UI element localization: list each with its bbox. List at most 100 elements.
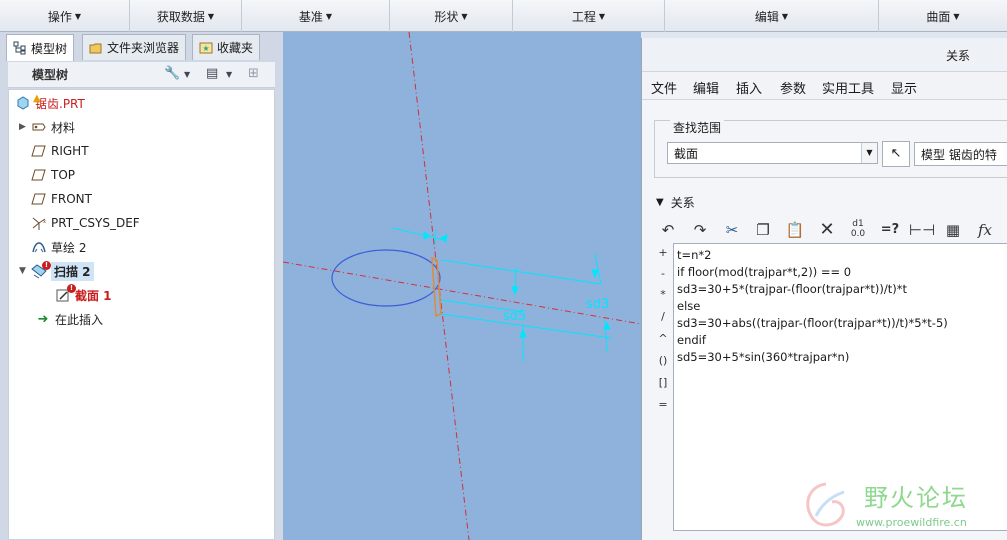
dialog-title-bar[interactable]: 关系	[642, 38, 1007, 72]
relations-dialog: 关系 文件 编辑 插入 参数 实用工具 显示 查找范围 截面 ▼ ↖ 模型 锯齿…	[641, 38, 1007, 540]
chevron-down-icon[interactable]: ▼	[226, 70, 232, 88]
tree-node-csys[interactable]: x PRT_CSYS_DEF	[31, 212, 140, 234]
collapse-arrow-icon[interactable]: ▼	[19, 266, 31, 276]
tree-node-sweep[interactable]: ▼ ! 扫描 2	[19, 260, 94, 282]
tree-node-sketch[interactable]: 草绘 2	[31, 236, 86, 258]
operator-multiply-button[interactable]: *	[654, 288, 672, 301]
tree-node-insert-here[interactable]: ➜ 在此插入	[35, 308, 103, 330]
ribbon-group-shape[interactable]: 形状 ▼	[390, 0, 513, 32]
ribbon-group-label: 基准	[298, 9, 323, 24]
operator-equals-button[interactable]: =	[654, 398, 672, 411]
sort-relations-icon[interactable]: ▦	[941, 219, 965, 241]
ribbon-group-get-data[interactable]: 获取数据 ▼	[130, 0, 242, 32]
folder-icon	[89, 41, 103, 55]
look-in-label: 查找范围	[670, 119, 725, 136]
ribbon-group-edit[interactable]: 编辑 ▼	[665, 0, 879, 32]
menu-parameters[interactable]: 参数	[780, 78, 806, 97]
watermark-url: www.proewildfire.cn	[856, 516, 967, 529]
menu-display[interactable]: 显示	[891, 78, 917, 97]
operator-parentheses-button[interactable]: ()	[654, 354, 672, 367]
watermark-title: 野火论坛	[864, 484, 968, 512]
operator-power-button[interactable]: ^	[654, 332, 672, 345]
look-in-select[interactable]: 截面	[667, 142, 878, 164]
model-field[interactable]: 模型 锯齿的特	[914, 142, 1007, 166]
sketch-icon	[31, 239, 47, 255]
relation-line: sd5=30+5*sin(360*trajpar*n)	[677, 350, 850, 364]
tree-node-section[interactable]: ! 截面 1	[55, 284, 112, 306]
operator-minus-button[interactable]: -	[654, 267, 672, 280]
watermark-logo	[806, 482, 845, 527]
operator-brackets-button[interactable]: []	[654, 376, 672, 389]
relation-line: sd3=30+5*(trajpar-(floor(trajpar*t))/t)*…	[677, 282, 907, 296]
tree-node-label: 在此插入	[55, 312, 104, 327]
tree-node-part[interactable]: ▲ 锯齿.PRT	[15, 92, 85, 114]
relation-line: else	[677, 299, 701, 313]
tab-favorites[interactable]: ★ 收藏夹	[192, 34, 261, 60]
list-view-icon[interactable]: ▤	[206, 66, 218, 84]
paste-icon[interactable]: 📋	[783, 219, 807, 241]
relations-section-label: 关系	[670, 196, 695, 210]
dimension-label-sd5[interactable]: sd5	[503, 309, 526, 324]
dimension-lines[interactable]	[392, 227, 612, 362]
model-tree-icon	[13, 41, 27, 55]
ellipse-section[interactable]	[331, 249, 441, 307]
horizontal-centerline	[283, 261, 641, 325]
chevron-down-icon: ▼	[461, 11, 468, 21]
expand-arrow-icon[interactable]: ▶	[19, 122, 31, 132]
operator-divide-button[interactable]: /	[654, 310, 672, 323]
forum-watermark: 野火论坛 www.proewildfire.cn	[794, 474, 1007, 540]
dimension-label-sd3[interactable]: sd3	[586, 297, 609, 312]
dimension-toggle-icon[interactable]: ⊢⊣	[909, 219, 935, 241]
chevron-down-icon: ▼	[207, 11, 215, 21]
ribbon: 操作 ▼ 获取数据 ▼ 基准 ▼ 形状 ▼ 工程 ▼ 编辑 ▼ 曲面 ▼	[0, 0, 1007, 32]
csys-icon: x	[31, 215, 47, 231]
relation-line: if floor(mod(trajpar*t,2)) == 0	[677, 265, 852, 279]
ribbon-group-surface[interactable]: 曲面 ▼	[879, 0, 1007, 32]
relation-line: sd3=30+abs((trajpar-(floor(trajpar*t))/t…	[677, 316, 948, 330]
menu-utilities[interactable]: 实用工具	[822, 78, 874, 97]
tree-node-top[interactable]: TOP	[31, 164, 75, 186]
filter-icon[interactable]: ⊞	[248, 66, 259, 84]
svg-text:★: ★	[202, 44, 209, 53]
tab-folder-browser[interactable]: 文件夹浏览器	[82, 34, 187, 60]
model-field-value: 模型 锯齿的特	[921, 148, 997, 162]
copy-icon[interactable]: ❐	[751, 219, 775, 241]
datum-plane-icon	[31, 191, 47, 207]
operator-plus-button[interactable]: +	[654, 246, 672, 259]
function-icon[interactable]: fx	[973, 219, 997, 241]
error-icon: !	[42, 261, 51, 270]
tree-node-label: TOP	[51, 168, 76, 182]
ribbon-group-label: 曲面	[926, 9, 951, 24]
tree-node-material[interactable]: ▶ 材料	[19, 116, 75, 138]
ribbon-group-datum[interactable]: 基准 ▼	[242, 0, 390, 32]
chevron-down-icon: ▼	[74, 11, 82, 21]
tree-node-front[interactable]: FRONT	[31, 188, 92, 210]
verify-icon[interactable]: =?	[878, 219, 902, 241]
dialog-title: 关系	[946, 49, 971, 63]
tree-node-label: 材料	[51, 120, 76, 135]
tree-node-right[interactable]: RIGHT	[31, 140, 89, 162]
chevron-down-icon[interactable]: ▼	[861, 143, 877, 163]
menu-file[interactable]: 文件	[651, 78, 677, 97]
tree-node-label: 扫描 2	[51, 261, 94, 281]
cut-icon[interactable]: ✂	[720, 219, 744, 241]
undo-icon[interactable]: ↶	[656, 219, 680, 241]
evaluate-icon[interactable]: d1 0.0	[846, 219, 870, 241]
ribbon-group-label: 工程	[571, 9, 596, 24]
relations-section-header[interactable]: ▼ 关系	[656, 194, 695, 211]
model-tree-toolbar: 模型树 🔧 ▼ ▤ ▼ ⊞	[8, 62, 275, 88]
graphics-canvas[interactable]: sd5 sd3	[283, 32, 641, 540]
delete-icon[interactable]: ✕	[815, 219, 839, 241]
ribbon-group-operations[interactable]: 操作 ▼	[0, 0, 130, 32]
chevron-down-icon[interactable]: ▼	[184, 70, 190, 88]
ribbon-group-engineering[interactable]: 工程 ▼	[513, 0, 665, 32]
menu-insert[interactable]: 插入	[736, 78, 762, 97]
chevron-down-icon: ▼	[598, 11, 606, 21]
settings-tools-icon[interactable]: 🔧	[164, 66, 180, 84]
tab-model-tree[interactable]: 模型树	[6, 34, 75, 61]
datum-plane-icon	[31, 167, 47, 183]
ribbon-group-label: 形状	[434, 9, 459, 24]
redo-icon[interactable]: ↷	[688, 219, 712, 241]
select-pick-button[interactable]: ↖	[882, 141, 910, 167]
menu-edit[interactable]: 编辑	[693, 78, 719, 97]
